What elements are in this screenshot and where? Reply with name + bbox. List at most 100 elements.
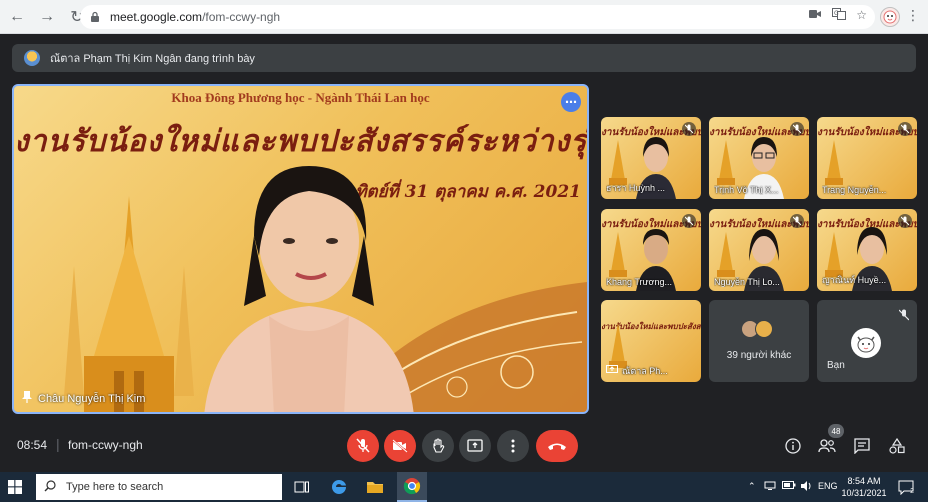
others-tile[interactable]: 39 người khác <box>709 300 809 382</box>
profile-avatar[interactable] <box>880 7 900 27</box>
people-icon <box>818 439 836 453</box>
participant-name: Trịnh Võ Thị X... <box>714 185 779 195</box>
people-count-badge: 48 <box>828 424 844 438</box>
mic-toggle-button[interactable] <box>347 430 379 462</box>
presenter-banner: ณ้ตาล Phạm Thị Kim Ngân đang trình bày <box>12 44 916 72</box>
presenter-banner-text: ณ้ตาล Phạm Thị Kim Ngân đang trình bày <box>50 53 255 65</box>
more-options-icon[interactable]: ⋯ <box>561 92 581 112</box>
windows-start-icon[interactable] <box>8 480 22 494</box>
network-icon[interactable] <box>764 481 776 493</box>
clock-time: 8:54 AM <box>847 476 881 486</box>
pin-icon[interactable] <box>22 391 32 406</box>
chat-icon <box>854 438 870 454</box>
svg-text:G: G <box>834 10 839 17</box>
volume-icon[interactable] <box>800 481 812 493</box>
participant-name: ญาณินท์ Huyề... <box>822 275 887 285</box>
url-text: meet.google.com/fom-ccwy-ngh <box>110 10 280 24</box>
muted-mic-icon <box>897 308 911 322</box>
others-avatars <box>741 320 773 338</box>
muted-mic-icon <box>898 214 912 228</box>
meeting-separator: | <box>56 436 60 452</box>
participant-name: Trang Nguyễn... <box>822 185 887 195</box>
tile-temple <box>609 232 627 277</box>
battery-icon[interactable] <box>782 481 796 491</box>
back-icon[interactable]: ← <box>4 4 30 30</box>
people-button[interactable] <box>816 435 838 457</box>
meeting-control-bar: 08:54 | fom-ccwy-ngh <box>0 422 928 472</box>
participant-tile[interactable]: งานรับน้องใหม่และพบปะสังสรรค์ระหว่างรุ่น… <box>601 209 701 291</box>
muted-mic-icon <box>790 214 804 228</box>
chrome-icon <box>403 478 421 495</box>
tile-temple <box>717 232 735 277</box>
translate-icon[interactable]: G <box>832 8 847 23</box>
clock-date: 10/31/2021 <box>841 488 887 498</box>
self-label: Bạn <box>827 360 845 371</box>
url-path: /fom-ccwy-ngh <box>202 10 281 24</box>
hangup-icon <box>548 443 566 450</box>
activities-button[interactable] <box>886 435 908 457</box>
chat-button[interactable] <box>851 435 873 457</box>
present-screen-button[interactable] <box>459 430 491 462</box>
tray-overflow-icon[interactable]: ⌃ <box>748 481 756 492</box>
participant-name: ณ้ตาล Ph... <box>622 366 668 376</box>
browser-menu-icon[interactable]: ⋮ <box>906 8 920 22</box>
slide-faculty-title: Khoa Đông Phương học - Ngành Thái Lan họ… <box>171 90 430 105</box>
tile-temple <box>717 140 735 185</box>
participant-name: Nguyễn Thị Lo... <box>714 277 780 287</box>
camera-off-icon <box>392 439 408 453</box>
chrome-taskbar-item[interactable] <box>397 472 427 502</box>
self-avatar <box>851 328 881 358</box>
forward-icon[interactable]: → <box>34 4 60 30</box>
muted-mic-icon <box>898 122 912 136</box>
file-explorer-icon[interactable] <box>365 477 385 497</box>
participant-tile[interactable]: งานรับน้องใหม่และพบปะสังสรรค์ระหว่างรุ่น… <box>709 117 809 199</box>
participant-name: Khang Trương... <box>606 277 672 287</box>
address-bar[interactable]: meet.google.com/fom-ccwy-ngh G ☆ <box>80 5 875 29</box>
camera-toggle-button[interactable] <box>384 430 416 462</box>
more-actions-button[interactable] <box>497 430 529 462</box>
participant-tile[interactable]: งานรับน้องใหม่และพบปะสังสรรค์ระหว่างรุ่น… <box>709 209 809 291</box>
avatar <box>755 320 773 338</box>
tile-temple <box>825 232 843 277</box>
participant-name: ธารา Huỳnh ... <box>606 183 665 193</box>
present-icon <box>467 439 483 452</box>
taskbar-clock[interactable]: 8:54 AM 10/31/2021 <box>838 475 890 499</box>
language-indicator[interactable]: ENG <box>818 481 838 491</box>
leave-call-button[interactable] <box>536 430 578 462</box>
taskbar-search-input[interactable]: Type here to search <box>36 474 282 500</box>
presenter-avatar <box>24 50 40 66</box>
participant-tile[interactable]: งานรับน้องใหม่และพบปะสังสรรค์ระหว่างรุ่น… <box>601 117 701 199</box>
bookmark-star-icon[interactable]: ☆ <box>856 8 867 23</box>
participant-tile[interactable]: งานรับน้องใหม่และพบปะสังสรรค์ระหว่างรุ่น… <box>817 209 917 291</box>
activities-icon <box>889 438 905 454</box>
mic-off-icon <box>356 438 370 453</box>
windows-taskbar: Type here to search ⌃ ENG 8:54 AM 10/31/… <box>0 472 928 502</box>
meeting-time: 08:54 <box>17 438 48 452</box>
lock-icon[interactable] <box>90 11 102 23</box>
tile-temple <box>609 140 627 185</box>
muted-mic-icon <box>790 122 804 136</box>
camera-blocked-icon[interactable] <box>808 8 822 23</box>
info-icon <box>785 438 801 454</box>
self-tile[interactable]: Bạn <box>817 300 917 382</box>
participant-name-row: ณ้ตาล Ph... <box>606 364 696 378</box>
notification-center-icon[interactable]: 2 <box>898 479 914 496</box>
hand-icon <box>433 438 445 453</box>
others-count-label: 39 người khác <box>726 350 792 361</box>
presenter-name: Châu Nguyễn Thị Kim <box>38 392 146 405</box>
raise-hand-button[interactable] <box>422 430 454 462</box>
tile-temple <box>825 140 843 185</box>
presenting-icon <box>606 365 618 377</box>
task-view-icon[interactable] <box>292 477 312 497</box>
meeting-details-button[interactable] <box>782 435 804 457</box>
browser-toolbar: ← → ↻ meet.google.com/fom-ccwy-ngh G ☆ ⋮ <box>0 0 928 34</box>
edge-browser-icon[interactable] <box>329 477 349 497</box>
url-host: meet.google.com <box>110 10 203 24</box>
participant-tile[interactable]: งานรับน้องใหม่และพบปะสังสรรค์ระหว่างรุ่น… <box>601 300 701 382</box>
search-icon <box>44 479 56 495</box>
search-placeholder: Type here to search <box>66 481 164 493</box>
stage-name-label: Châu Nguyễn Thị Kim <box>22 391 145 406</box>
main-video-stage[interactable]: Khoa Đông Phương học - Ngành Thái Lan họ… <box>12 84 589 414</box>
presenter-video <box>204 166 414 412</box>
participant-tile[interactable]: งานรับน้องใหม่และพบปะสังสรรค์ระหว่างรุ่น… <box>817 117 917 199</box>
